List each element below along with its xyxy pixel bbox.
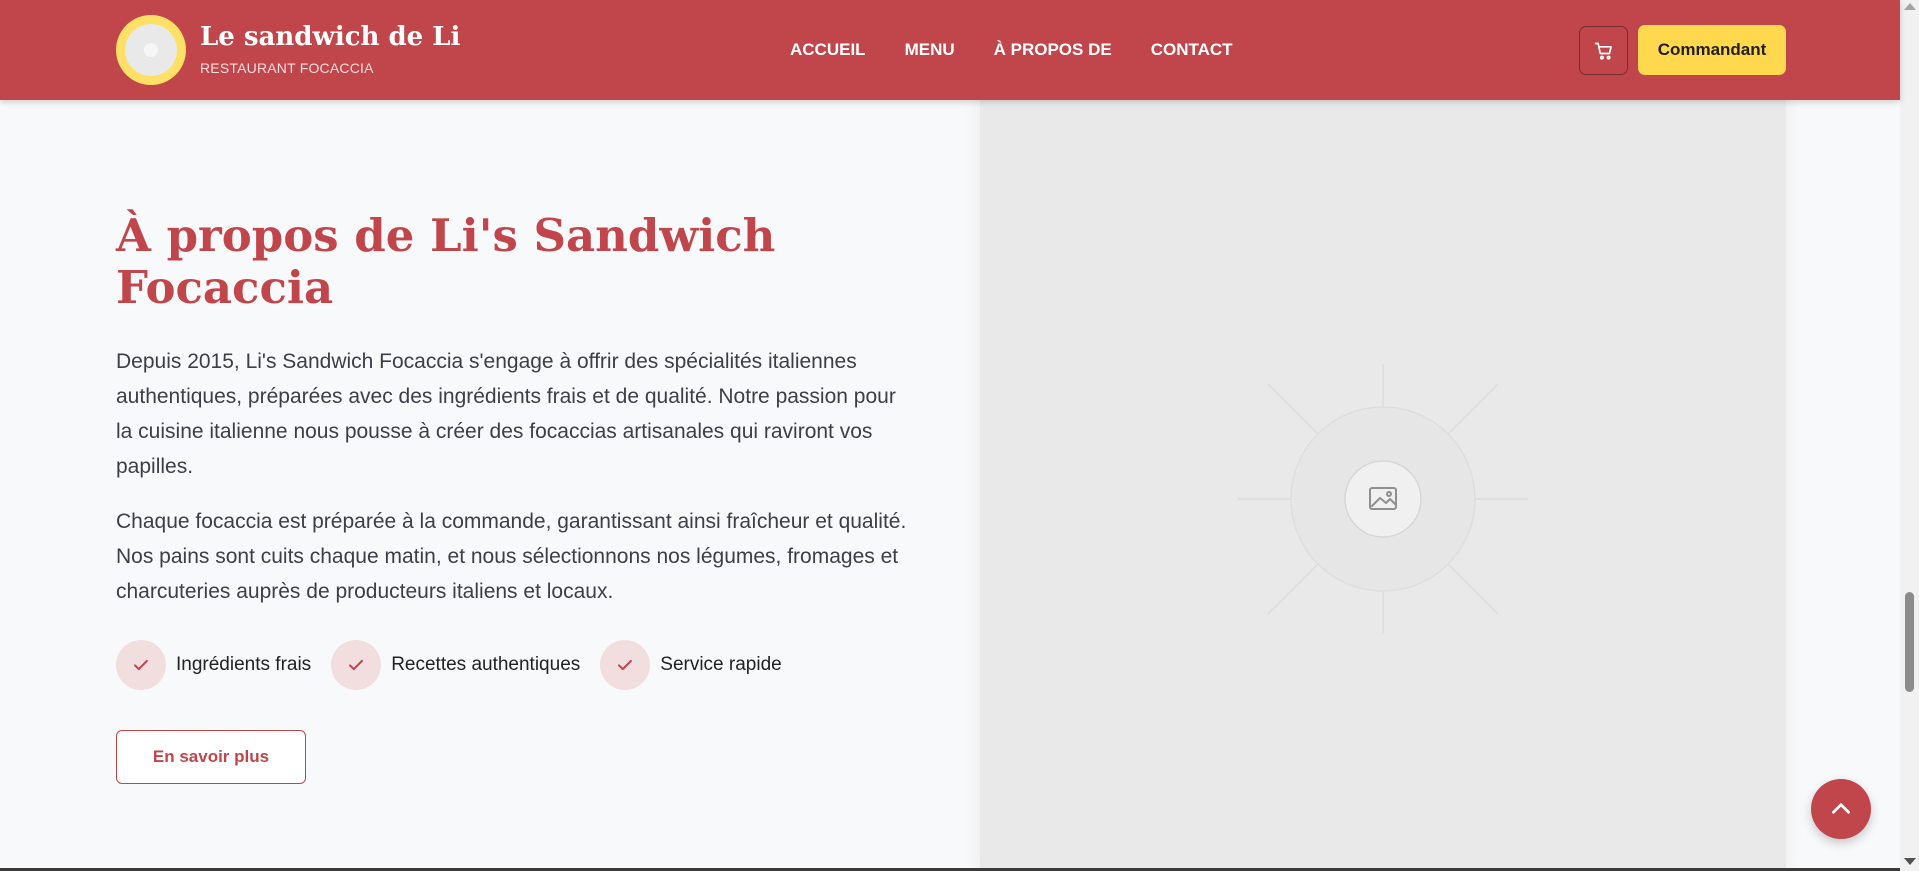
feature-item: Ingrédients frais xyxy=(116,640,311,690)
image-placeholder-icon xyxy=(1238,364,1528,634)
feature-label: Ingrédients frais xyxy=(176,654,312,675)
order-button[interactable]: Commandant xyxy=(1638,25,1786,75)
check-icon xyxy=(116,640,166,690)
scroll-up-arrow-icon[interactable] xyxy=(1904,3,1916,10)
site-header: Le sandwich de Li RESTAURANT FOCACCIA AC… xyxy=(0,0,1900,100)
main-nav: ACCUEIL MENU À PROPOS DE CONTACT xyxy=(790,40,1272,60)
nav-item-a-propos[interactable]: À PROPOS DE xyxy=(994,40,1112,60)
nav-item-menu[interactable]: MENU xyxy=(905,40,955,60)
feature-label: Recettes authentiques xyxy=(391,654,581,675)
page-scrollbar[interactable] xyxy=(1900,0,1919,871)
brand-subtitle: RESTAURANT FOCACCIA xyxy=(200,60,374,76)
check-icon xyxy=(600,640,651,690)
scroll-to-top-button[interactable] xyxy=(1811,779,1871,839)
nav-item-accueil[interactable]: ACCUEIL xyxy=(790,40,866,60)
logo-image-placeholder xyxy=(125,24,177,76)
feature-item: Recettes authentiques xyxy=(331,640,580,690)
feature-label: Service rapide xyxy=(660,654,782,675)
check-icon xyxy=(331,640,382,690)
shopping-cart-icon xyxy=(1594,42,1612,60)
chevron-up-icon xyxy=(1832,803,1850,814)
feature-list: Ingrédients frais Recettes authentiques … xyxy=(116,640,802,690)
nav-item-contact[interactable]: CONTACT xyxy=(1151,40,1233,60)
feature-item: Service rapide xyxy=(600,640,782,690)
scroll-down-arrow-icon[interactable] xyxy=(1904,858,1916,865)
about-paragraph-2: Chaque focaccia est préparée à la comman… xyxy=(116,510,907,603)
brand-title[interactable]: Le sandwich de Li xyxy=(200,22,460,52)
focaccia-logo-icon[interactable] xyxy=(116,15,186,85)
learn-more-button[interactable]: En savoir plus xyxy=(116,730,306,784)
scrollbar-thumb[interactable] xyxy=(1905,592,1914,692)
cart-button[interactable] xyxy=(1579,26,1628,75)
about-paragraph-1: Depuis 2015, Li's Sandwich Focaccia s'en… xyxy=(116,350,896,478)
logo-dot xyxy=(144,43,158,57)
about-title: À propos de Li's Sandwich Focaccia xyxy=(116,209,776,314)
